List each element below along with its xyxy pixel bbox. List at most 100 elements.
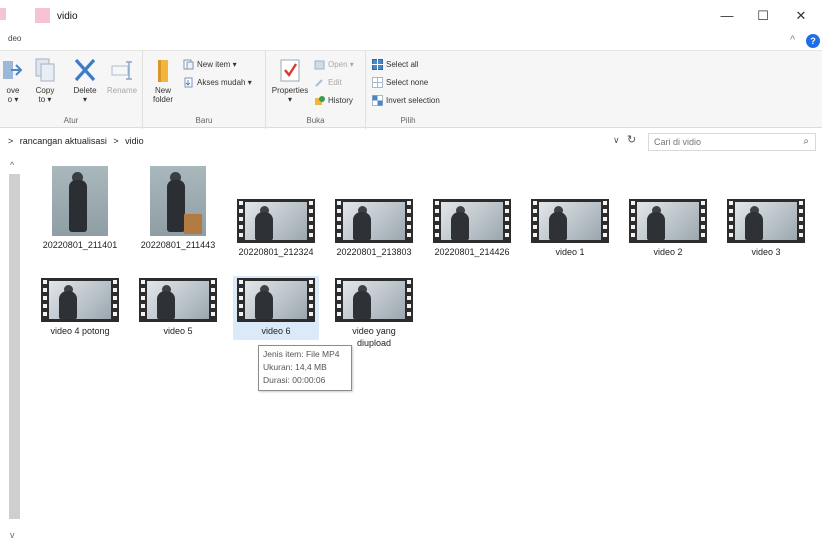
navigation-pane-scrollbar[interactable]: ^ v [0,156,20,545]
file-item[interactable]: 20220801_211443 [135,166,221,251]
video-thumbnail [237,199,315,243]
file-item[interactable]: 20220801_213803 [331,199,417,258]
new-folder-icon [158,60,168,82]
easy-access-icon [184,77,193,88]
rename-label: Rename [106,86,138,95]
new-folder-button[interactable]: New folder [149,57,177,104]
copy-to-button[interactable]: Copy to ▾ [32,57,58,104]
copy-to-label: Copy [35,86,55,95]
ribbon-collapse-button[interactable]: ^ [790,34,795,46]
ribbon-group-pilih: Select all Select none Invert selection … [366,51,450,129]
new-item-icon [183,59,194,70]
breadcrumb: > rancangan aktualisasi > vidio [8,136,148,146]
file-item[interactable]: video 4 potong [37,278,123,337]
ribbon-group-buka: Properties ▾ Open ▾ Edit History Buka [266,51,366,129]
ribbon-tabs: deo ^ ? [0,34,829,50]
minimize-button[interactable]: — [712,6,742,26]
search-input[interactable] [649,134,789,150]
file-item[interactable]: video 2 [625,199,711,258]
select-all-button[interactable]: Select all [372,59,418,70]
open-button[interactable]: Open ▾ [314,59,354,70]
video-thumbnail [139,278,217,322]
delete-icon [74,58,96,82]
history-icon [315,96,325,105]
ribbon-group-label-buka: Buka [306,116,325,125]
scrollbar-thumb[interactable] [9,174,20,519]
file-name: video 5 [163,326,193,336]
help-icon[interactable]: ? [806,34,820,48]
history-label: History [328,96,353,105]
select-none-button[interactable]: Select none [372,77,428,88]
video-thumbnail [629,199,707,243]
ribbon-group-label-baru: Baru [195,116,213,125]
folder-icon [35,8,50,23]
file-name: 20220801_213803 [336,247,412,257]
new-item-label: New item ▾ [197,60,237,69]
video-thumbnail [237,278,315,322]
file-item[interactable]: video yang diupload [331,278,417,349]
tooltip-type: Jenis item: File MP4 [263,349,340,359]
file-item[interactable]: video 3 [723,199,809,258]
search-icon[interactable]: ⌕ [803,136,809,147]
file-name: video 6 [261,326,291,336]
image-thumbnail [52,166,108,236]
file-item-selected[interactable]: video 6 [233,276,319,340]
new-item-button[interactable]: New item ▾ [183,59,237,70]
rename-button[interactable]: Rename [104,57,140,95]
history-button[interactable]: History [314,95,353,106]
address-history-dropdown[interactable]: ∨ [613,135,620,146]
select-none-label: Select none [386,78,429,87]
easy-access-label: Akses mudah ▾ [197,78,252,87]
breadcrumb-separator[interactable]: > [113,136,118,146]
video-thumbnail [41,278,119,322]
scroll-down-icon[interactable]: v [10,530,15,540]
select-none-icon [372,77,383,88]
properties-button[interactable]: Properties ▾ [270,57,310,104]
delete-button[interactable]: Delete ▾ [70,57,100,104]
edit-icon [315,79,323,87]
tooltip-duration: Durasi: 00:00:06 [263,375,326,385]
breadcrumb-item-vidio[interactable]: vidio [125,136,144,146]
file-item[interactable]: video 5 [135,278,221,337]
file-item[interactable]: 20220801_214426 [429,199,515,258]
file-name: 20220801_211401 [42,240,118,250]
tab-video[interactable]: deo [8,34,21,43]
close-button[interactable]: ✕ [786,6,816,26]
copy-to-icon [35,58,55,82]
file-item[interactable]: 20220801_212324 [233,199,319,258]
ribbon-group-label-atur: Atur [63,116,79,125]
select-all-label: Select all [386,60,419,69]
maximize-button[interactable]: ☐ [748,6,778,26]
new-folder-sub: folder [152,95,173,104]
edit-label: Edit [328,78,342,87]
invert-selection-button[interactable]: Invert selection [372,95,440,106]
title-bar: vidio — ☐ ✕ [0,0,829,34]
properties-label: Properties [271,86,309,95]
video-thumbnail [335,278,413,322]
video-thumbnail [335,199,413,243]
move-to-button[interactable]: ove o ▾ [2,57,24,104]
video-thumbnail [531,199,609,243]
edit-button[interactable]: Edit [314,77,342,88]
refresh-icon[interactable]: ↻ [627,133,636,146]
move-to-sub: o ▾ [7,95,19,104]
move-to-label: ove [6,86,20,95]
breadcrumb-separator[interactable]: > [8,136,13,146]
delete-sub: ▾ [82,95,87,104]
video-thumbnail [727,199,805,243]
file-item[interactable]: 20220801_211401 [37,166,123,251]
easy-access-button[interactable]: Akses mudah ▾ [183,77,252,88]
search-box[interactable]: ⌕ [648,133,816,151]
move-to-icon [3,61,23,79]
quick-access-toolbar[interactable] [0,6,10,22]
scroll-up-icon[interactable]: ^ [10,160,14,170]
window-title: vidio [57,11,78,22]
breadcrumb-item-rancangan-aktualisasi[interactable]: rancangan aktualisasi [20,136,107,146]
properties-icon [280,59,300,82]
file-name: video 2 [653,247,683,257]
open-label: Open ▾ [328,60,354,69]
properties-sub: ▾ [287,95,292,104]
address-bar: > rancangan aktualisasi > vidio ∨ ↻ ⌕ [0,131,822,153]
file-item[interactable]: video 1 [527,199,613,258]
ribbon-group-baru: New folder New item ▾ Akses mudah ▾ Baru [143,51,266,129]
